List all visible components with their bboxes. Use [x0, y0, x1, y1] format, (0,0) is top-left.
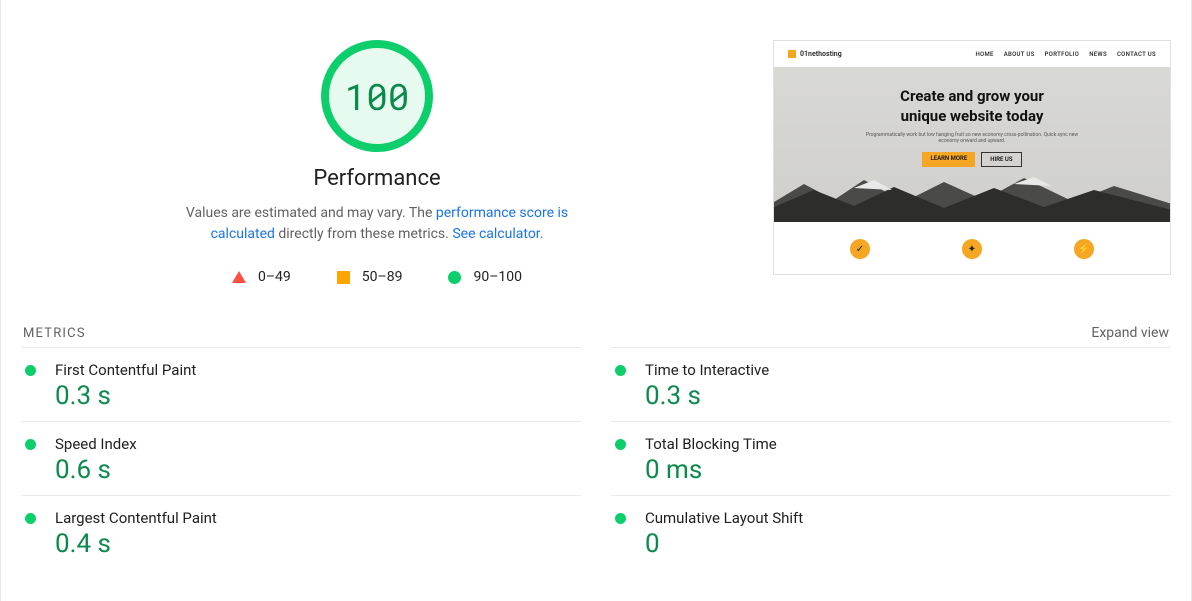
square-icon [337, 271, 350, 284]
preview-nav-item: ABOUT US [1004, 51, 1035, 58]
preview-feature-row: ✓ ✦ ⚡ [774, 222, 1170, 275]
metric-cls: Cumulative Layout Shift 0 [611, 495, 1171, 569]
subtext-mid: directly from these metrics. [275, 226, 452, 242]
preview-nav: HOME ABOUT US PORTFOLIO NEWS CONTACT US [975, 51, 1156, 58]
legend-fail-label: 0–49 [258, 269, 291, 285]
preview-hero-title: Create and grow your unique website toda… [774, 87, 1170, 126]
metrics-grid: First Contentful Paint 0.3 s Time to Int… [21, 347, 1171, 569]
gauge-title: Performance [313, 166, 440, 191]
pass-dot-icon [25, 439, 36, 450]
score-legend: 0–49 50–89 90–100 [232, 269, 522, 285]
preview-hero-line1: Create and grow your [900, 87, 1044, 105]
metric-name: Time to Interactive [645, 361, 1167, 379]
pass-dot-icon [615, 439, 626, 450]
circle-icon [448, 271, 461, 284]
metric-si: Speed Index 0.6 s [21, 421, 581, 495]
preview-check-icon: ✓ [850, 239, 870, 259]
report-page: 100 Performance Values are estimated and… [0, 0, 1192, 601]
metric-name: Speed Index [55, 435, 577, 453]
subtext-prefix: Values are estimated and may vary. The [186, 205, 436, 221]
preview-nav-item: CONTACT US [1117, 51, 1156, 58]
legend-average: 50–89 [337, 269, 403, 285]
pass-dot-icon [615, 513, 626, 524]
preview-nav-item: HOME [975, 51, 993, 58]
legend-pass-label: 90–100 [473, 269, 522, 285]
metric-tti: Time to Interactive 0.3 s [611, 347, 1171, 421]
see-calculator-link[interactable]: See calculator. [452, 226, 543, 242]
preview-logo: 01nethosting [788, 50, 842, 58]
performance-score: 100 [345, 72, 410, 120]
metric-value: 0.3 s [645, 381, 1167, 411]
metric-fcp: First Contentful Paint 0.3 s [21, 347, 581, 421]
preview-header: 01nethosting HOME ABOUT US PORTFOLIO NEW… [774, 41, 1170, 67]
metric-value: 0 [645, 529, 1167, 559]
metric-name: Cumulative Layout Shift [645, 509, 1167, 527]
preview-bolt-icon: ⚡ [1074, 239, 1094, 259]
metric-value: 0.3 s [55, 381, 577, 411]
metric-name: First Contentful Paint [55, 361, 577, 379]
preview-hire-us-button: HIRE US [981, 152, 1021, 167]
preview-nav-item: NEWS [1089, 51, 1107, 58]
metric-value: 0 ms [645, 455, 1167, 485]
preview-hero-sub: Programmatically work but low hanging fr… [857, 132, 1087, 144]
legend-fail: 0–49 [232, 269, 291, 285]
metric-tbt: Total Blocking Time 0 ms [611, 421, 1171, 495]
legend-pass: 90–100 [448, 269, 522, 285]
preview-hero: Create and grow your unique website toda… [774, 67, 1170, 222]
preview-hero-line2: unique website today [901, 107, 1044, 125]
metric-value: 0.6 s [55, 455, 577, 485]
legend-avg-label: 50–89 [362, 269, 403, 285]
preview-hero-buttons: LEARN MORE HIRE US [774, 152, 1170, 167]
pass-dot-icon [25, 365, 36, 376]
preview-mountains-icon [774, 172, 1171, 222]
triangle-icon [232, 271, 246, 283]
metric-name: Total Blocking Time [645, 435, 1167, 453]
metric-name: Largest Contentful Paint [55, 509, 577, 527]
pass-dot-icon [25, 513, 36, 524]
score-subtext: Values are estimated and may vary. The p… [162, 203, 592, 245]
metric-lcp: Largest Contentful Paint 0.4 s [21, 495, 581, 569]
pass-dot-icon [615, 365, 626, 376]
metric-value: 0.4 s [55, 529, 577, 559]
metrics-label: METRICS [23, 326, 86, 341]
preview-logo-icon [788, 50, 796, 58]
summary-row: 100 Performance Values are estimated and… [21, 40, 1171, 285]
metrics-header: METRICS Expand view [21, 325, 1171, 341]
preview-logo-text: 01nethosting [800, 50, 842, 58]
performance-gauge: 100 [321, 40, 433, 152]
expand-view-toggle[interactable]: Expand view [1091, 325, 1169, 341]
score-column: 100 Performance Values are estimated and… [21, 40, 733, 285]
preview-nav-item: PORTFOLIO [1045, 51, 1080, 58]
preview-learn-more-button: LEARN MORE [922, 152, 975, 167]
page-screenshot-preview: 01nethosting HOME ABOUT US PORTFOLIO NEW… [773, 40, 1171, 275]
preview-shield-icon: ✦ [962, 239, 982, 259]
